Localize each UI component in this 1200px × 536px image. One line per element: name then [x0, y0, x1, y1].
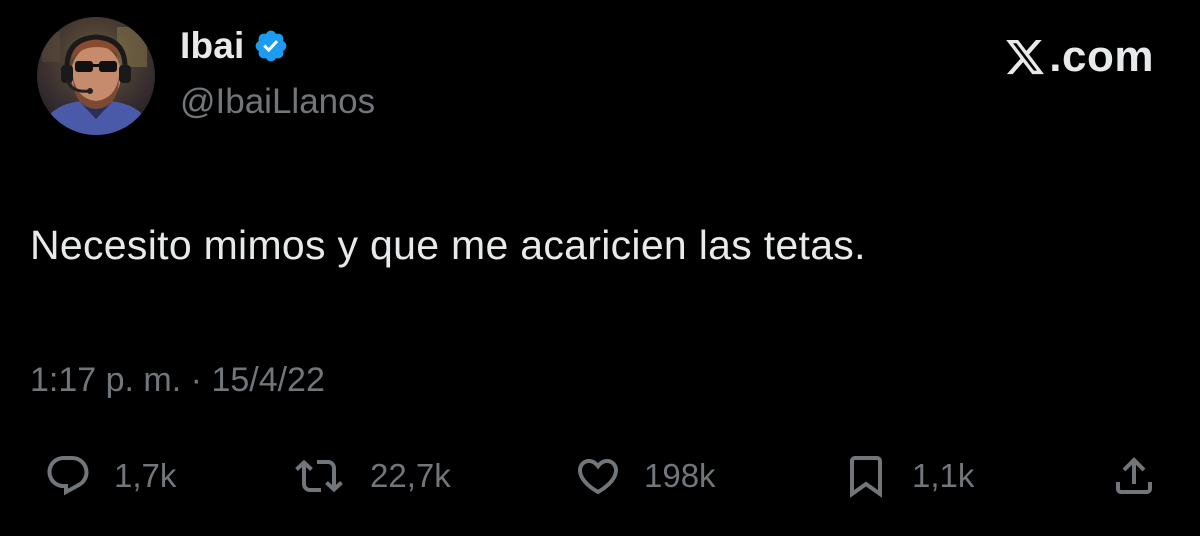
share-icon [1116, 457, 1152, 494]
tweet-time[interactable]: 1:17 p. m. [30, 361, 181, 399]
author-avatar[interactable] [37, 17, 155, 135]
author-name-row: Ibai [180, 22, 289, 70]
bookmark-count: 1,1k [912, 457, 975, 494]
like-button[interactable]: 198k [574, 448, 716, 504]
repost-count: 22,7k [370, 457, 451, 494]
x-logo-icon [1006, 39, 1045, 75]
reply-icon [47, 456, 89, 496]
tweet-text: Necesito mimos y que me acaricien las te… [30, 222, 866, 268]
brand-text: .com [1049, 32, 1154, 81]
reply-button[interactable]: 1,7k [44, 448, 176, 504]
author-display-name[interactable]: Ibai [180, 25, 245, 67]
like-count: 198k [644, 457, 716, 494]
meta-separator: · [190, 361, 202, 399]
author-handle[interactable]: @IbaiLlanos [180, 82, 375, 122]
repost-button[interactable]: 22,7k [290, 448, 451, 504]
avatar-photo [37, 17, 155, 135]
tweet-date[interactable]: 15/4/22 [211, 361, 324, 399]
bookmark-button[interactable]: 1,1k [842, 448, 974, 504]
verified-badge-icon[interactable] [253, 28, 289, 64]
heart-icon [577, 459, 619, 495]
brand-watermark: .com [1003, 32, 1154, 82]
repost-icon [295, 459, 343, 493]
tweet-timestamp: 1:17 p. m. · 15/4/22 [30, 361, 325, 400]
action-bar: 1,7k 22,7k 198k 1,1k [0, 448, 1200, 504]
share-button[interactable] [1110, 448, 1158, 504]
bookmark-icon [850, 456, 882, 498]
tweet-card: Ibai @IbaiLlanos .com Necesito mimos y q… [0, 0, 1200, 536]
reply-count: 1,7k [114, 457, 177, 494]
